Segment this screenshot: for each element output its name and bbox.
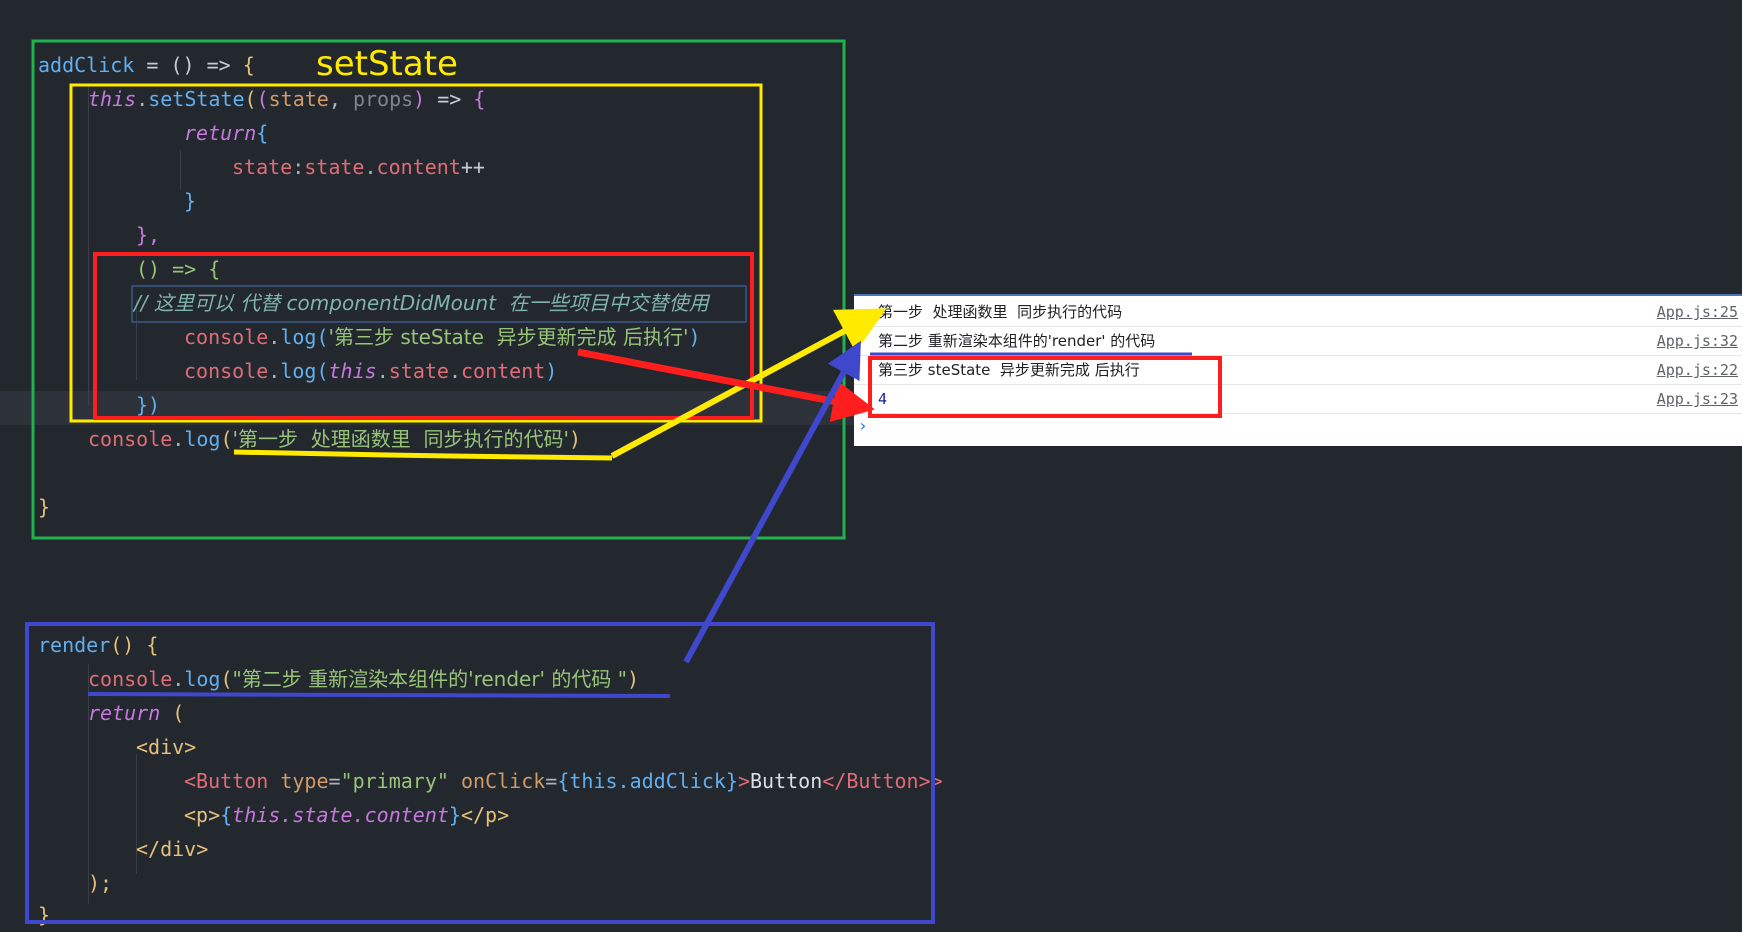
this-keyword: this: [88, 87, 137, 111]
code-line-render[interactable]: render() {: [38, 628, 158, 662]
this-keyword: this: [328, 359, 377, 383]
console-object: console: [184, 359, 269, 383]
code-line-return-close[interactable]: );: [88, 866, 112, 900]
indent-guide: [180, 150, 181, 190]
return-keyword: return: [184, 121, 257, 145]
operator: ++: [460, 155, 485, 179]
code-line-return[interactable]: return (: [88, 696, 184, 730]
log-method: log: [184, 667, 221, 691]
code-line-render-log[interactable]: console.log("第二步 重新渲染本组件的'render' 的代码 "): [88, 662, 639, 696]
paren: (: [172, 701, 185, 725]
code-line-5[interactable]: }: [184, 184, 196, 218]
brace: }: [38, 495, 51, 519]
code-line-button[interactable]: <Button type="primary" onClick={this.add…: [184, 764, 943, 798]
comment: // 这里可以 代替 componentDidMount 在一些项目中交替使用: [134, 291, 709, 315]
code-line-1[interactable]: addClick = () => {: [38, 48, 255, 82]
log-method: log: [280, 359, 317, 383]
console-source-link[interactable]: App.js:32: [1657, 327, 1738, 355]
console-message: 4: [878, 390, 888, 408]
code-line-p[interactable]: <p>{this.state.content}</p>: [184, 798, 509, 832]
code-line-12[interactable]: console.log('第一步 处理函数里 同步执行的代码'): [88, 422, 581, 456]
jsx-attr: onClick: [460, 769, 546, 793]
string-literal: '第三步 steState 异步更新完成 后执行': [328, 325, 689, 349]
console-message: 第一步 处理函数里 同步执行的代码: [878, 303, 1123, 321]
console-row[interactable]: 第二步 重新渲染本组件的'render' 的代码 App.js:32: [854, 327, 1742, 356]
function-name: render: [38, 633, 111, 657]
jsx-close-tag: </Button>: [822, 769, 931, 793]
code-line-8[interactable]: // 这里可以 代替 componentDidMount 在一些项目中交替使用: [134, 286, 709, 320]
code-line-div-open[interactable]: <div>: [136, 730, 196, 764]
string-literal: "第二步 重新渲染本组件的'render' 的代码 ": [232, 667, 627, 691]
jsx-expression: this.addClick: [569, 769, 726, 793]
brace: {: [256, 121, 269, 145]
code-line-4[interactable]: state:state.content++: [232, 150, 485, 184]
string-literal: '第一步 处理函数里 同步执行的代码': [232, 427, 569, 451]
code-line-3[interactable]: return{: [184, 116, 268, 150]
code-line-9[interactable]: console.log('第三步 steState 异步更新完成 后执行'): [184, 320, 701, 354]
brace: },: [136, 223, 161, 247]
indent-guide: [88, 84, 89, 406]
jsx-tag: <div>: [136, 735, 197, 759]
console-source-link[interactable]: App.js:23: [1657, 385, 1738, 413]
devtools-console[interactable]: 第一步 处理函数里 同步执行的代码 App.js:25 第二步 重新渲染本组件的…: [854, 294, 1742, 446]
code-line-7[interactable]: () => {: [136, 252, 220, 286]
render-signature: () {: [110, 633, 159, 657]
arrow-decl: = () =>: [134, 53, 243, 77]
callback-close: }): [136, 393, 161, 417]
console-object: console: [88, 427, 173, 451]
property: content: [461, 359, 546, 383]
console-row[interactable]: 第三步 steState 异步更新完成 后执行 App.js:22: [854, 356, 1742, 385]
console-object: console: [184, 325, 269, 349]
console-row[interactable]: 4 App.js:23: [854, 385, 1742, 414]
code-editor[interactable]: addClick = () => { this.setState((state,…: [0, 0, 1742, 928]
code-line-10[interactable]: console.log(this.state.content): [184, 354, 557, 388]
param: state: [268, 87, 329, 111]
function-name: addClick: [38, 53, 135, 77]
jsx-attr: type: [280, 769, 329, 793]
jsx-tag: </div>: [136, 837, 209, 861]
callback-open: () => {: [136, 257, 221, 281]
log-method: log: [184, 427, 221, 451]
brace: {: [473, 87, 486, 111]
code-line-2[interactable]: this.setState((state, props) => {: [88, 82, 485, 116]
jsx-component: Button: [196, 769, 269, 793]
console-row[interactable]: 第一步 处理函数里 同步执行的代码 App.js:25: [854, 298, 1742, 327]
console-message: 第二步 重新渲染本组件的'render' 的代码: [878, 332, 1156, 350]
brace: }: [38, 903, 51, 927]
arrow: =>: [425, 87, 474, 111]
identifier: state: [304, 155, 365, 179]
console-prompt-icon[interactable]: ›: [858, 416, 868, 435]
jsx-expression: this.state.content: [232, 803, 449, 827]
console-source-link[interactable]: App.js:22: [1657, 356, 1738, 384]
jsx-text: Button: [750, 769, 823, 793]
log-method: log: [280, 325, 317, 349]
console-message: 第三步 steState 异步更新完成 后执行: [878, 361, 1140, 379]
annotation-label-setstate: setState: [316, 44, 458, 84]
console-source-link[interactable]: App.js:25: [1657, 298, 1738, 326]
current-line-highlight: [0, 391, 860, 425]
jsx-attr-value: "primary": [340, 769, 449, 793]
code-line-11[interactable]: }): [136, 388, 160, 422]
param: props: [352, 87, 414, 111]
code-line-13[interactable]: }: [38, 490, 50, 524]
code-line-6[interactable]: },: [136, 218, 160, 252]
console-object: console: [88, 667, 173, 691]
identifier: state: [388, 359, 449, 383]
return-keyword: return: [88, 701, 161, 725]
brace: }: [184, 189, 197, 213]
code-line-div-close[interactable]: </div>: [136, 832, 208, 866]
code-line-final[interactable]: }: [38, 898, 50, 932]
brace: {: [242, 53, 255, 77]
method-name: setState: [148, 87, 245, 111]
object-key: state: [232, 155, 293, 179]
property: content: [376, 155, 461, 179]
paren: );: [88, 871, 113, 895]
